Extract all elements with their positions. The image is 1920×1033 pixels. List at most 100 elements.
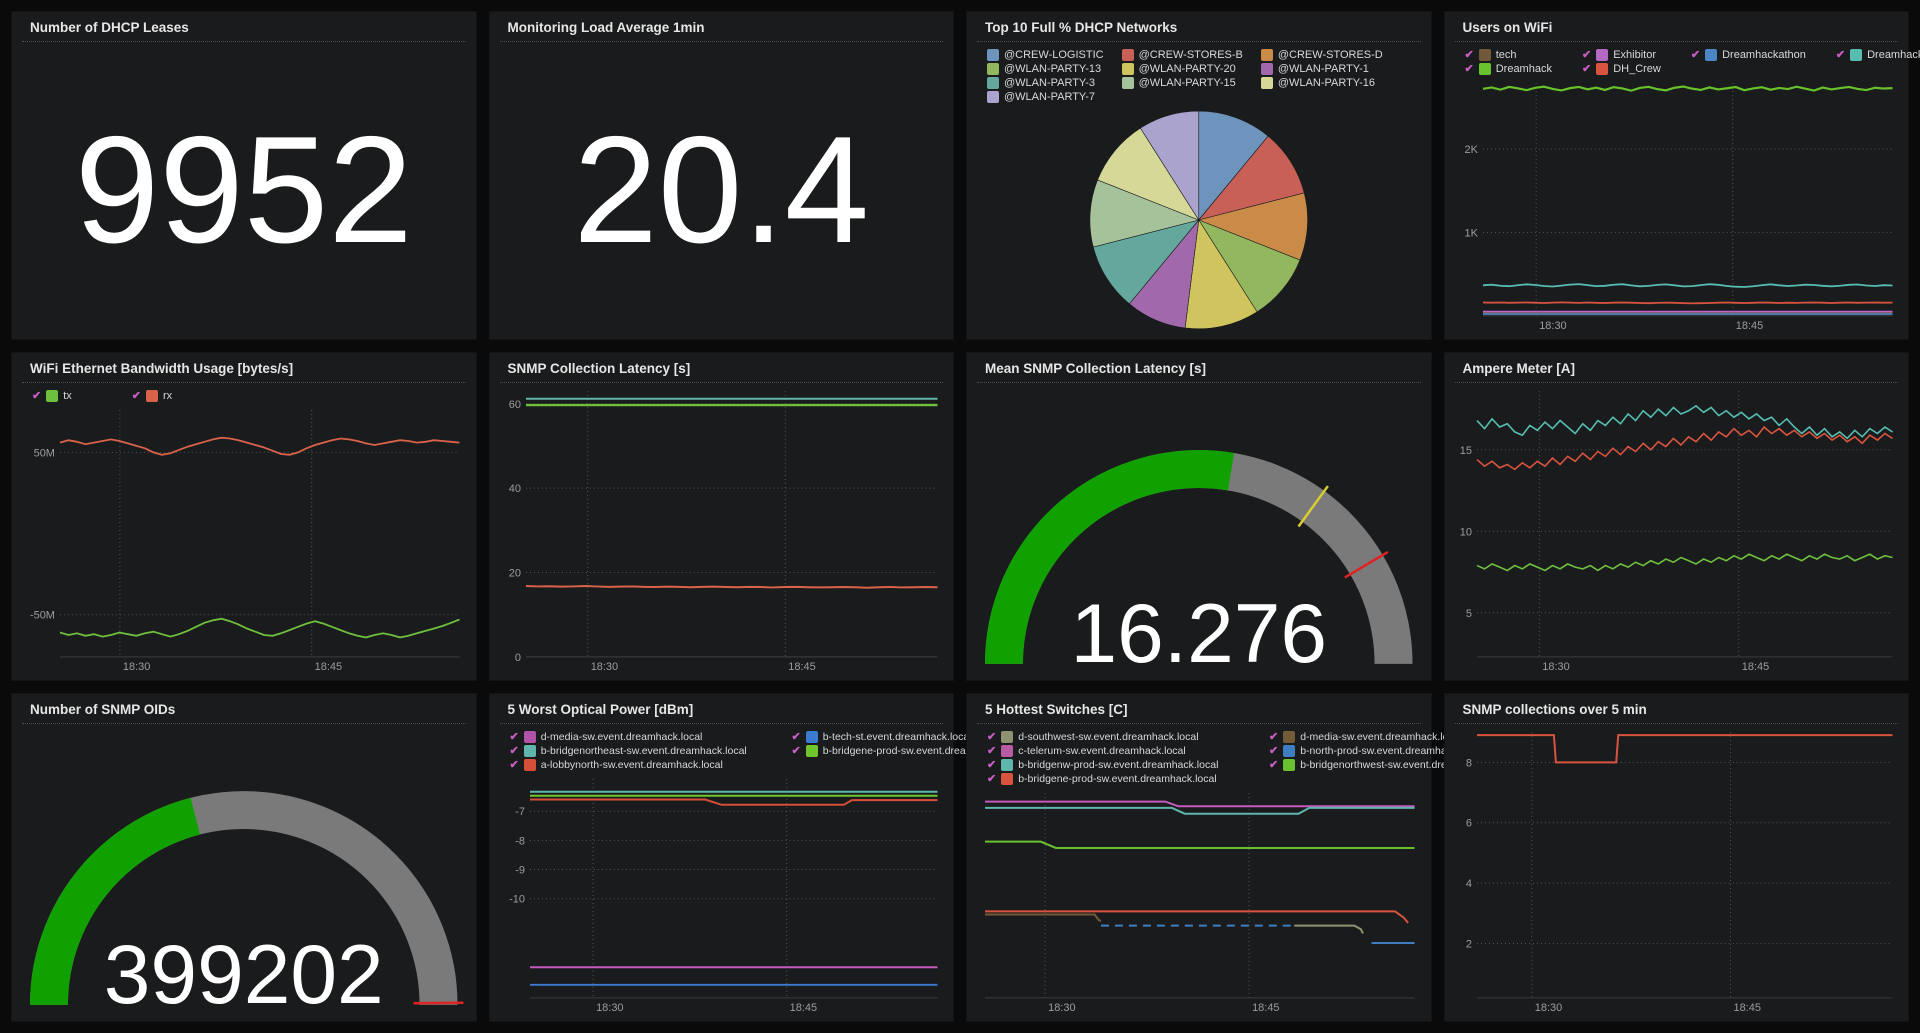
series-color-swatch: [1001, 759, 1013, 771]
svg-text:16.276: 16.276: [1070, 586, 1327, 674]
svg-text:-10: -10: [509, 894, 525, 906]
legend-item[interactable]: ✔a-lobbynorth-sw.event.dreamhack.local: [510, 759, 786, 771]
series-color-swatch: [524, 745, 536, 757]
series-color-swatch: [1261, 49, 1273, 61]
panel-wifi-bandwidth: WiFi Ethernet Bandwidth Usage [bytes/s] …: [12, 353, 476, 680]
svg-text:4: 4: [1465, 878, 1471, 890]
legend-item[interactable]: @CREW-STORES-D: [1261, 49, 1383, 61]
panel-title-text: Number of SNMP OIDs: [30, 702, 175, 717]
legend-item[interactable]: ✔b-bridgenw-prod-sw.event.dreamhack.loca…: [987, 759, 1263, 771]
legend-item[interactable]: ✔d-media-sw.event.dreamhack.local: [510, 731, 786, 743]
panel-title-ampere-meter[interactable]: Ampere Meter [A]: [1455, 353, 1899, 383]
legend-item[interactable]: ✔DH_Crew: [1582, 63, 1661, 75]
check-icon: ✔: [987, 760, 996, 771]
check-icon: ✔: [132, 391, 141, 402]
svg-text:20: 20: [508, 568, 520, 580]
legend-label: @CREW-STORES-D: [1278, 49, 1383, 61]
legend-item[interactable]: ✔b-bridgene-prod-sw.event.dreamhack.loca…: [987, 773, 1263, 785]
panel-title-snmp-latency[interactable]: SNMP Collection Latency [s]: [500, 353, 944, 383]
panel-title-worst-optical-power[interactable]: 5 Worst Optical Power [dBm]: [500, 694, 944, 724]
legend-label: @WLAN-PARTY-16: [1278, 77, 1375, 89]
svg-text:18:45: 18:45: [1733, 1002, 1760, 1014]
svg-text:18:45: 18:45: [1735, 320, 1762, 332]
legend-item[interactable]: @WLAN-PARTY-7: [987, 91, 1104, 103]
panel-load-average: Monitoring Load Average 1min 20.4: [490, 12, 954, 339]
series-color-swatch: [1261, 77, 1273, 89]
legend-item[interactable]: ✔Dreamhack_2.4: [1836, 49, 1920, 61]
worst-optical-power-legend: ✔d-media-sw.event.dreamhack.local✔b-tech…: [500, 728, 944, 775]
legend-item[interactable]: @WLAN-PARTY-15: [1122, 77, 1243, 89]
panel-users-on-wifi: Users on WiFi ✔tech✔Exhibitor✔Dreamhacka…: [1445, 12, 1909, 339]
snmp-collections-5min-chart[interactable]: 864218:3018:45: [1455, 728, 1899, 1015]
ampere-meter-chart[interactable]: 1510518:3018:45: [1455, 387, 1899, 674]
worst-optical-power-chart[interactable]: -7-8-9-1018:3018:45: [500, 775, 944, 1015]
svg-text:6: 6: [1465, 818, 1471, 830]
legend-item[interactable]: ✔rx: [132, 390, 172, 402]
panel-title-hottest-switches[interactable]: 5 Hottest Switches [C]: [977, 694, 1421, 724]
panel-title-mean-snmp-latency[interactable]: Mean SNMP Collection Latency [s]: [977, 353, 1421, 383]
svg-text:8: 8: [1465, 757, 1471, 769]
panel-hottest-switches: 5 Hottest Switches [C] ✔d-southwest-sw.e…: [967, 694, 1431, 1021]
legend-label: @WLAN-PARTY-1: [1278, 63, 1369, 75]
legend-item[interactable]: @WLAN-PARTY-3: [987, 77, 1104, 89]
panel-title-text: 5 Worst Optical Power [dBm]: [508, 702, 694, 717]
legend-item[interactable]: @CREW-STORES-B: [1122, 49, 1243, 61]
series-color-swatch: [1122, 49, 1134, 61]
svg-text:10: 10: [1459, 526, 1471, 538]
panel-snmp-oids: Number of SNMP OIDs 399202: [12, 694, 476, 1021]
series-color-swatch: [1001, 731, 1013, 743]
series-color-swatch: [524, 731, 536, 743]
legend-item[interactable]: ✔Dreamhackathon: [1691, 49, 1806, 61]
legend-label: d-media-sw.event.dreamhack.local: [541, 731, 703, 743]
check-icon: ✔: [1582, 64, 1591, 75]
svg-text:50M: 50M: [34, 447, 55, 459]
panel-title-load-average[interactable]: Monitoring Load Average 1min: [500, 12, 944, 42]
legend-label: @WLAN-PARTY-3: [1004, 77, 1095, 89]
panel-title-text: Mean SNMP Collection Latency [s]: [985, 361, 1206, 376]
panel-title-snmp-oids[interactable]: Number of SNMP OIDs: [22, 694, 466, 724]
legend-label: Exhibitor: [1613, 49, 1656, 61]
snmp-latency-chart[interactable]: 604020018:3018:45: [500, 387, 944, 674]
series-color-swatch: [987, 49, 999, 61]
series-color-swatch: [1596, 49, 1608, 61]
legend-item[interactable]: ✔tx: [32, 390, 72, 402]
hottest-switches-chart[interactable]: 18:3018:45: [977, 789, 1421, 1015]
panel-title-text: Top 10 Full % DHCP Networks: [985, 20, 1177, 35]
panel-title-snmp-collections-5min[interactable]: SNMP collections over 5 min: [1455, 694, 1899, 724]
wifi-bandwidth-chart[interactable]: 50M-50M18:3018:45: [22, 406, 466, 674]
legend-item[interactable]: @WLAN-PARTY-13: [987, 63, 1104, 75]
legend-item[interactable]: ✔Dreamhack: [1465, 63, 1552, 75]
svg-text:18:45: 18:45: [1741, 661, 1768, 673]
svg-text:399202: 399202: [104, 927, 384, 1015]
legend-item[interactable]: ✔Exhibitor: [1582, 49, 1661, 61]
series-color-swatch: [1850, 49, 1862, 61]
panel-snmp-collections-5min: SNMP collections over 5 min 864218:3018:…: [1445, 694, 1909, 1021]
series-color-swatch: [1705, 49, 1717, 61]
legend-item[interactable]: ✔tech: [1465, 49, 1552, 61]
svg-text:2K: 2K: [1464, 144, 1478, 156]
stat-value-load-average: 20.4: [573, 46, 869, 333]
check-icon: ✔: [1269, 732, 1278, 743]
legend-item[interactable]: ✔d-southwest-sw.event.dreamhack.local: [987, 731, 1263, 743]
legend-item[interactable]: @CREW-LOGISTIC: [987, 49, 1104, 61]
panel-title-wifi-bandwidth[interactable]: WiFi Ethernet Bandwidth Usage [bytes/s]: [22, 353, 466, 383]
series-color-swatch: [1261, 63, 1273, 75]
panel-title-users-on-wifi[interactable]: Users on WiFi: [1455, 12, 1899, 42]
legend-label: @WLAN-PARTY-7: [1004, 91, 1095, 103]
series-color-swatch: [1479, 49, 1491, 61]
panel-title-text: WiFi Ethernet Bandwidth Usage [bytes/s]: [30, 361, 293, 376]
legend-item[interactable]: @WLAN-PARTY-16: [1261, 77, 1383, 89]
svg-text:18:30: 18:30: [123, 661, 150, 673]
legend-item[interactable]: ✔c-telerum-sw.event.dreamhack.local: [987, 745, 1263, 757]
check-icon: ✔: [510, 746, 519, 757]
legend-item[interactable]: @WLAN-PARTY-1: [1261, 63, 1383, 75]
dhcp-networks-pie-chart[interactable]: [977, 107, 1421, 333]
panel-title-dhcp-leases[interactable]: Number of DHCP Leases: [22, 12, 466, 42]
svg-text:18:30: 18:30: [590, 661, 617, 673]
legend-item[interactable]: @WLAN-PARTY-20: [1122, 63, 1243, 75]
series-color-swatch: [1283, 745, 1295, 757]
panel-title-dhcp-networks[interactable]: Top 10 Full % DHCP Networks: [977, 12, 1421, 42]
legend-item[interactable]: ✔b-bridgenortheast-sw.event.dreamhack.lo…: [510, 745, 786, 757]
svg-text:40: 40: [508, 483, 520, 495]
users-on-wifi-chart[interactable]: 2K1K18:3018:45: [1455, 79, 1899, 333]
